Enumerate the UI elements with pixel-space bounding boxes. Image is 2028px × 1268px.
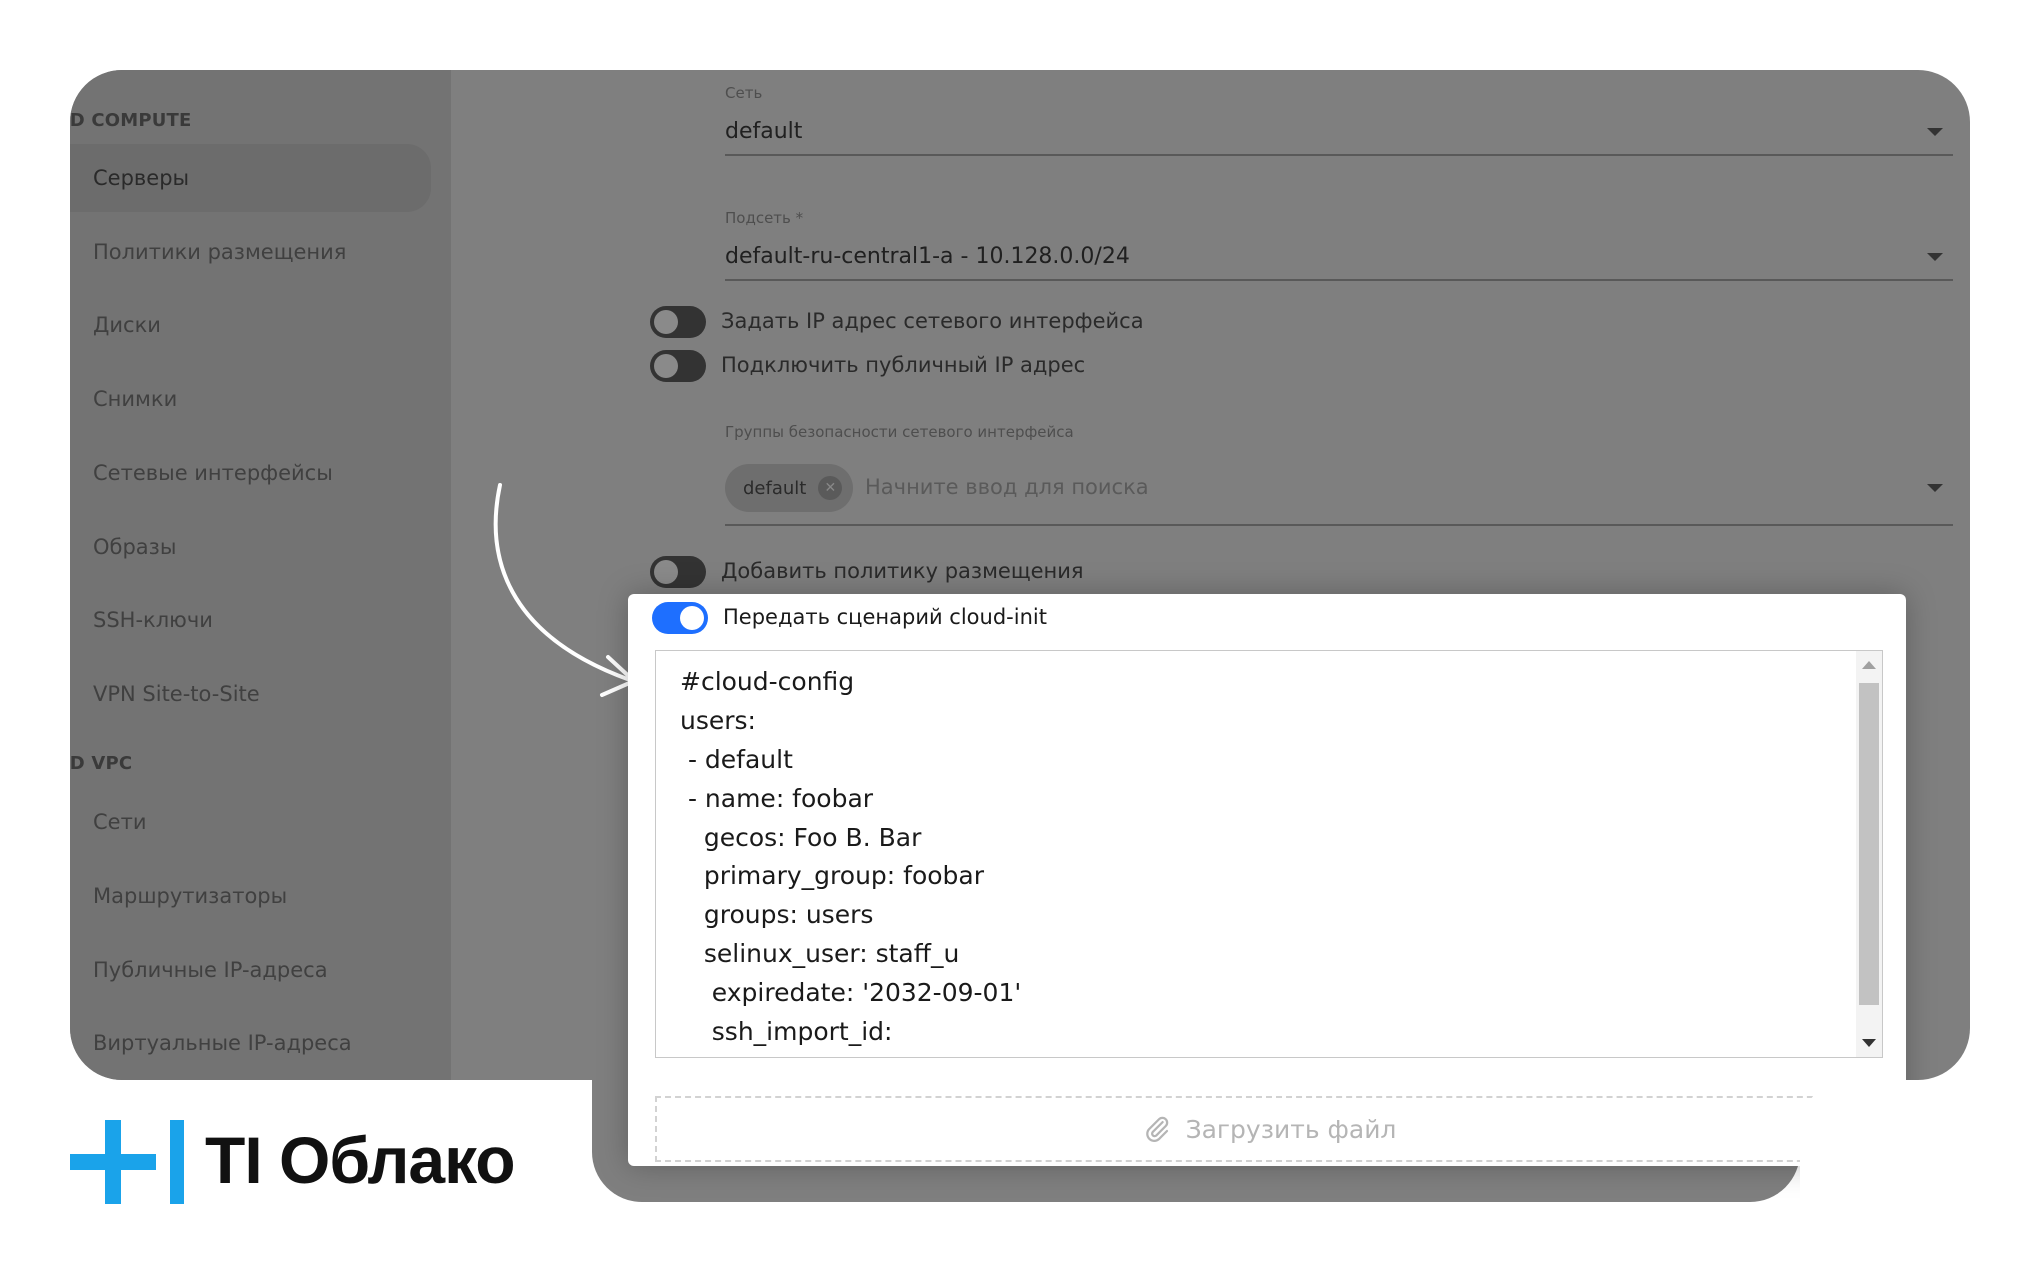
scroll-thumb[interactable]: [1859, 683, 1879, 1005]
sidebar-item-images[interactable]: Образы: [93, 535, 176, 559]
sidebar-item-routers[interactable]: Маршрутизаторы: [93, 884, 287, 908]
corner-cutout: [1800, 1080, 2028, 1268]
subnet-label: Подсеть *: [725, 209, 804, 227]
sidebar-section-vpc: JUD VPC: [70, 753, 133, 774]
scroll-down-icon[interactable]: [1862, 1039, 1876, 1047]
code-line: - name: foobar: [680, 784, 874, 813]
toggle-knob: [680, 606, 704, 630]
sidebar-item-ssh-keys[interactable]: SSH-ключи: [93, 608, 213, 632]
security-groups-select[interactable]: [725, 484, 1953, 526]
sidebar-item-snapshots[interactable]: Снимки: [93, 387, 177, 411]
sidebar-item-disks[interactable]: Диски: [93, 313, 161, 337]
sidebar-item-vpn[interactable]: VPN Site-to-Site: [93, 682, 260, 706]
set-ip-label: Задать IP адрес сетевого интерфейса: [721, 309, 1144, 333]
sidebar-item-servers[interactable]: Серверы: [70, 144, 431, 212]
sidebar-item-networks[interactable]: Сети: [93, 810, 146, 834]
set-ip-toggle[interactable]: [650, 306, 706, 338]
paperclip-icon: [1145, 1116, 1168, 1142]
code-line: ssh_import_id:: [680, 1017, 893, 1046]
sidebar-item-public-ips[interactable]: Публичные IP-адреса: [93, 958, 328, 982]
subnet-select[interactable]: default-ru-central1-a - 10.128.0.0/24: [725, 231, 1953, 281]
code-line: primary_group: foobar: [680, 861, 985, 890]
scroll-up-icon[interactable]: [1862, 661, 1876, 669]
sidebar: JUD COMPUTE Серверы Политики размещения …: [70, 70, 451, 1080]
toggle-knob: [654, 354, 678, 378]
network-label: Сеть: [725, 84, 763, 102]
upload-file-button[interactable]: Загрузить файл: [655, 1096, 1883, 1162]
chevron-down-icon: [1927, 253, 1943, 261]
chevron-down-icon: [1927, 128, 1943, 136]
code-line: gecos: Foo B. Bar: [680, 823, 922, 852]
logo-text: TI Облако: [205, 1123, 516, 1197]
upload-label: Загрузить файл: [1185, 1114, 1397, 1144]
public-ip-toggle[interactable]: [650, 350, 706, 382]
cloud-init-label: Передать сценарий cloud-init: [723, 605, 1047, 629]
sidebar-item-network-interfaces[interactable]: Сетевые интерфейсы: [93, 461, 333, 485]
cloud-init-toggle[interactable]: [652, 602, 708, 634]
sidebar-item-placement-policies[interactable]: Политики размещения: [93, 240, 346, 264]
security-groups-label: Группы безопасности сетевого интерфейса: [725, 423, 1074, 441]
code-line: - default: [680, 745, 793, 774]
code-line: users:: [680, 706, 756, 735]
code-line: expiredate: '2032-09-01': [680, 978, 1022, 1007]
cloud-init-textarea[interactable]: #cloud-config users: - default - name: f…: [655, 650, 1883, 1058]
subnet-value: default-ru-central1-a - 10.128.0.0/24: [725, 244, 1130, 269]
cloud-init-panel: Передать сценарий cloud-init #cloud-conf…: [628, 594, 1906, 1166]
toggle-knob: [654, 310, 678, 334]
public-ip-label: Подключить публичный IP адрес: [721, 353, 1086, 377]
network-select[interactable]: default: [725, 106, 1953, 156]
chevron-down-icon: [1927, 484, 1943, 492]
code-line: #cloud-config: [680, 667, 855, 696]
code-line: selinux_user: staff_u: [680, 939, 960, 968]
placement-label: Добавить политику размещения: [721, 559, 1084, 583]
logo-mark-icon: [70, 1120, 184, 1204]
code-line: groups: users: [680, 900, 874, 929]
scrollbar[interactable]: [1856, 651, 1882, 1057]
sidebar-item-virtual-ips[interactable]: Виртуальные IP-адреса: [93, 1031, 352, 1055]
network-value: default: [725, 119, 803, 144]
sidebar-section-compute: JUD COMPUTE: [70, 110, 192, 131]
